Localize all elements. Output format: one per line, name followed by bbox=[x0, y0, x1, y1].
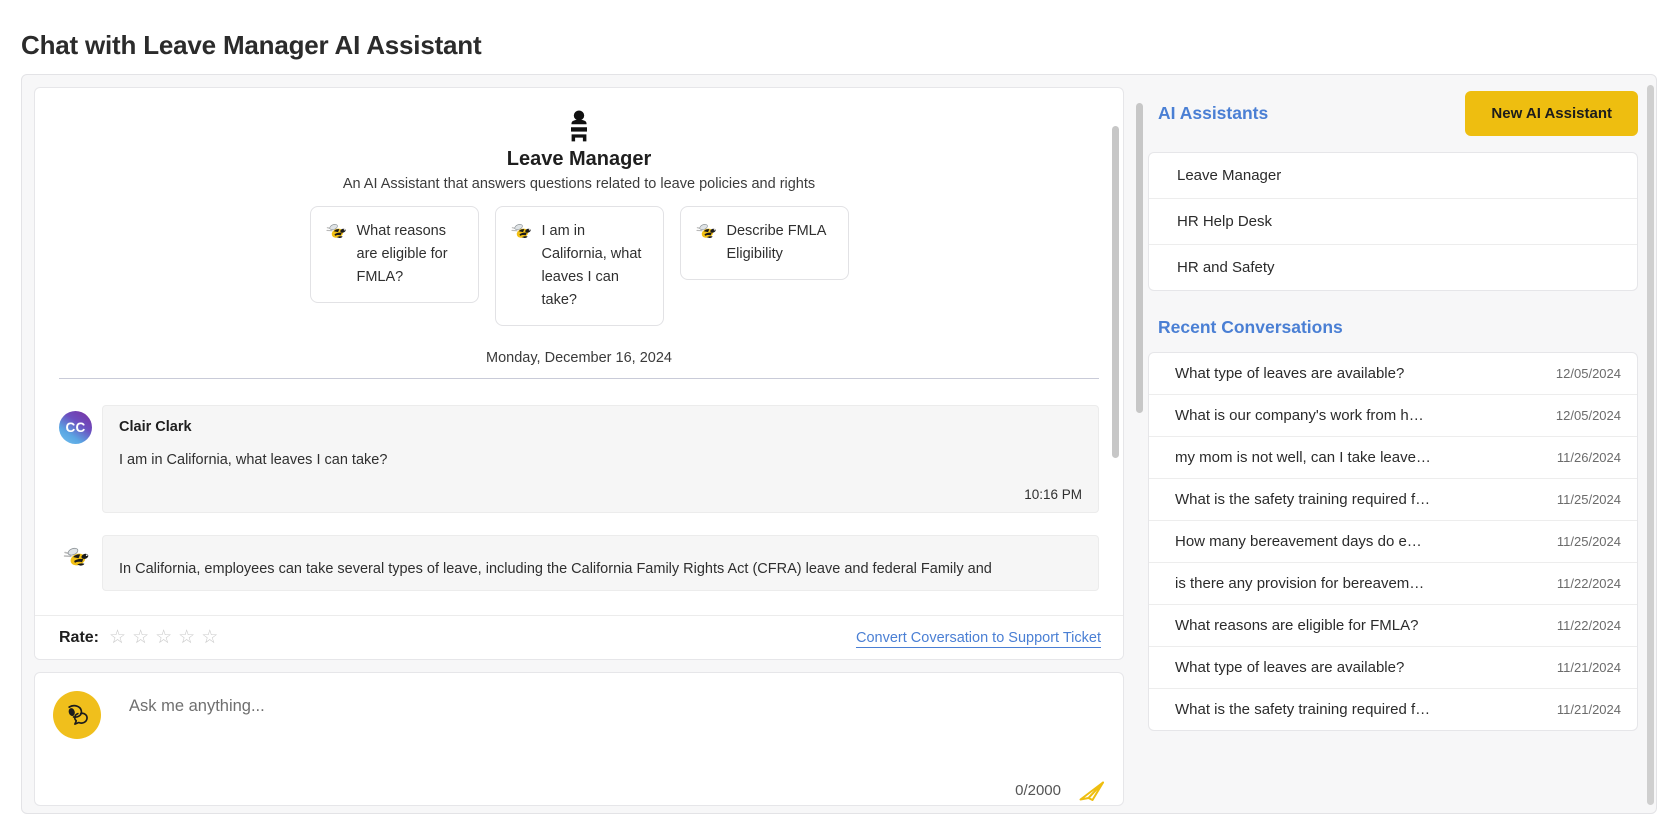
assistant-name: Leave Manager bbox=[506, 148, 652, 170]
recent-conversations-title: Recent Conversations bbox=[1158, 317, 1343, 337]
suggestion-chip-label: I am in California, what leaves I can ta… bbox=[541, 223, 642, 308]
suggestion-chip-label: What reasons are eligible for FMLA? bbox=[356, 223, 448, 285]
conversation-title: What is our company's work from h… bbox=[1175, 407, 1424, 424]
sidebar-item-leave-manager[interactable]: Leave Manager bbox=[1149, 153, 1637, 199]
conversation-date: 11/26/2024 bbox=[1556, 450, 1621, 465]
page-scrollbar[interactable] bbox=[1647, 85, 1654, 805]
conversation-title: What is the safety training required f… bbox=[1175, 701, 1431, 718]
conversation-title: What is the safety training required f… bbox=[1175, 491, 1431, 508]
rate-label: Rate: bbox=[59, 628, 100, 646]
page-title: Chat with Leave Manager AI Assistant bbox=[21, 30, 482, 60]
conversation-date: 12/05/2024 bbox=[1555, 408, 1621, 423]
rating-star-2[interactable]: ☆ bbox=[132, 628, 149, 647]
bee-icon bbox=[325, 224, 346, 238]
chat-column: Leave Manager An AI Assistant that answe… bbox=[22, 75, 1134, 813]
sidebar-header: AI Assistants New AI Assistant bbox=[1148, 91, 1638, 136]
chat-panel-scrollbar[interactable] bbox=[1136, 103, 1143, 413]
rating-star-4[interactable]: ☆ bbox=[178, 628, 195, 647]
rating-star-1[interactable]: ☆ bbox=[109, 628, 126, 647]
sidebar: AI Assistants New AI Assistant Leave Man… bbox=[1134, 75, 1656, 813]
chat-scroll-area[interactable]: Leave Manager An AI Assistant that answe… bbox=[35, 88, 1123, 615]
suggestion-chip-label: Describe FMLA Eligibility bbox=[726, 223, 826, 262]
suggestion-chip[interactable]: I am in California, what leaves I can ta… bbox=[494, 206, 664, 326]
date-separator: Monday, December 16, 2024 bbox=[486, 350, 672, 366]
recent-conversations-list: What type of leaves are available? 12/05… bbox=[1148, 352, 1638, 731]
conversation-date: 11/25/2024 bbox=[1556, 534, 1621, 549]
composer-main: 0/2000 bbox=[101, 691, 1107, 805]
rating-stars[interactable]: ☆ ☆ ☆ ☆ ☆ bbox=[109, 628, 218, 647]
conversation-date: 11/22/2024 bbox=[1556, 576, 1621, 591]
list-item[interactable]: What is the safety training required f… … bbox=[1149, 479, 1637, 521]
rating-star-5[interactable]: ☆ bbox=[201, 628, 218, 647]
message-author: Clair Clark bbox=[119, 419, 192, 435]
rating-star-3[interactable]: ☆ bbox=[155, 628, 172, 647]
date-separator-rule bbox=[59, 378, 1099, 379]
conversation-title: my mom is not well, can I take leave… bbox=[1175, 449, 1431, 466]
list-item[interactable]: How many bereavement days do e… 11/25/20… bbox=[1149, 521, 1637, 563]
app-shell: Leave Manager An AI Assistant that answe… bbox=[21, 74, 1657, 814]
ai-assistants-list: Leave Manager HR Help Desk HR and Safety bbox=[1148, 152, 1638, 291]
list-item[interactable]: What type of leaves are available? 11/21… bbox=[1149, 647, 1637, 689]
sidebar-item-hr-and-safety[interactable]: HR and Safety bbox=[1149, 245, 1637, 290]
message-bubble: In California, employees can take severa… bbox=[102, 535, 1099, 591]
conversation-title: How many bereavement days do e… bbox=[1175, 533, 1422, 550]
suggestion-chip[interactable]: Describe FMLA Eligibility bbox=[679, 206, 849, 280]
sidebar-item-hr-help-desk[interactable]: HR Help Desk bbox=[1149, 199, 1637, 245]
ai-assistants-title: AI Assistants bbox=[1158, 103, 1269, 123]
conversation-title: What type of leaves are available? bbox=[1175, 365, 1405, 382]
conversation-date: 11/22/2024 bbox=[1556, 618, 1621, 633]
message-timestamp: 10:16 PM bbox=[1024, 487, 1082, 502]
message-bubble: Clair Clark I am in California, what lea… bbox=[102, 405, 1099, 513]
assistant-intro: Leave Manager An AI Assistant that answe… bbox=[59, 110, 1099, 192]
suggestion-chip[interactable]: What reasons are eligible for FMLA? bbox=[309, 206, 479, 303]
conversation-date: 11/21/2024 bbox=[1556, 660, 1621, 675]
bee-icon bbox=[63, 547, 88, 566]
message-row-user: CC Clair Clark I am in California, what … bbox=[59, 405, 1099, 513]
message-composer: 0/2000 bbox=[34, 672, 1124, 806]
avatar bbox=[59, 541, 92, 574]
list-item[interactable]: What is our company's work from h… 12/05… bbox=[1149, 395, 1637, 437]
conversation-date: 11/21/2024 bbox=[1556, 702, 1621, 717]
list-item[interactable]: What type of leaves are available? 12/05… bbox=[1149, 353, 1637, 395]
avatar: CC bbox=[59, 411, 92, 444]
chat-card: Leave Manager An AI Assistant that answe… bbox=[34, 87, 1124, 660]
convert-to-support-ticket-link[interactable]: Convert Coversation to Support Ticket bbox=[856, 630, 1101, 646]
character-counter: 0/2000 bbox=[1015, 781, 1061, 799]
list-item[interactable]: my mom is not well, can I take leave… 11… bbox=[1149, 437, 1637, 479]
chat-scrollbar[interactable] bbox=[1112, 126, 1119, 458]
chat-bubble-icon bbox=[68, 704, 88, 725]
send-paper-plane-icon[interactable] bbox=[1077, 777, 1107, 803]
conversation-title: What type of leaves are available? bbox=[1175, 659, 1405, 676]
conversation-date: 11/25/2024 bbox=[1556, 492, 1621, 507]
suggestion-chip-list: What reasons are eligible for FMLA? I am… bbox=[59, 206, 1099, 326]
bee-icon bbox=[695, 224, 716, 238]
composer-footer: 0/2000 bbox=[1015, 777, 1107, 803]
list-item[interactable]: What reasons are eligible for FMLA? 11/2… bbox=[1149, 605, 1637, 647]
conversation-title: is there any provision for bereavem… bbox=[1175, 575, 1425, 592]
conversation-date: 12/05/2024 bbox=[1555, 366, 1621, 381]
message-input[interactable] bbox=[129, 691, 1107, 716]
new-ai-assistant-button[interactable]: New AI Assistant bbox=[1465, 91, 1638, 136]
message-body: In California, employees can take severa… bbox=[119, 561, 992, 577]
message-row-assistant: In California, employees can take severa… bbox=[59, 535, 1099, 591]
composer-avatar bbox=[53, 691, 101, 739]
bee-icon bbox=[510, 224, 531, 238]
bee-logo-icon bbox=[571, 110, 587, 142]
assistant-description: An AI Assistant that answers questions r… bbox=[342, 176, 816, 192]
rate-bar: Rate: ☆ ☆ ☆ ☆ ☆ Convert Coversation to S… bbox=[35, 615, 1123, 659]
list-item[interactable]: What is the safety training required f… … bbox=[1149, 689, 1637, 730]
list-item[interactable]: is there any provision for bereavem… 11/… bbox=[1149, 563, 1637, 605]
message-body: I am in California, what leaves I can ta… bbox=[119, 452, 388, 468]
conversation-title: What reasons are eligible for FMLA? bbox=[1175, 617, 1419, 634]
